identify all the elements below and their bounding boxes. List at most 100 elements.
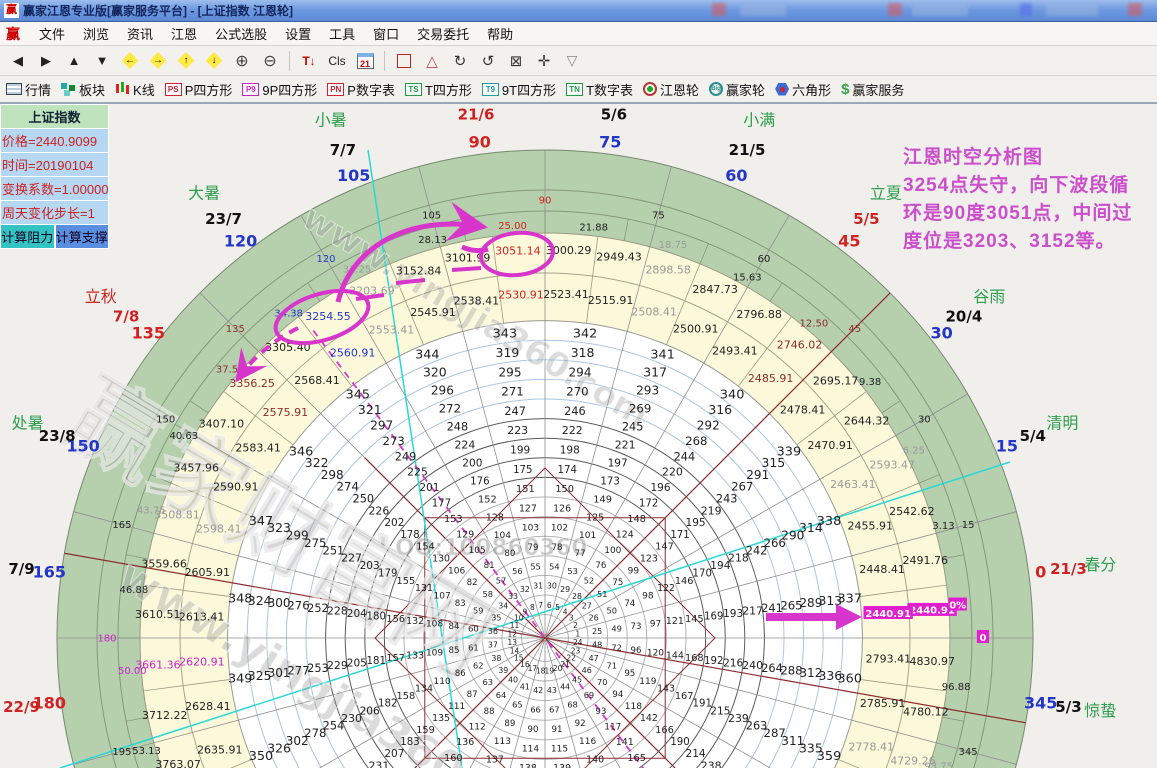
menu-item-0[interactable]: 文件	[30, 24, 74, 45]
svg-text:135: 135	[432, 713, 450, 724]
svg-text:148: 148	[627, 514, 646, 525]
view-button-9P四方形[interactable]: P99P四方形	[242, 80, 317, 99]
view-button-label: 江恩轮	[660, 80, 699, 99]
svg-text:69: 69	[584, 690, 595, 700]
view-button-六角形[interactable]: 六角形	[775, 80, 831, 99]
svg-text:147: 147	[655, 542, 674, 553]
svg-text:清明: 清明	[1046, 414, 1078, 433]
svg-text:12.50: 12.50	[800, 319, 829, 330]
svg-text:20/4: 20/4	[945, 308, 982, 326]
svg-text:45: 45	[572, 675, 582, 684]
rotate-ccw-icon[interactable]: ↺	[475, 49, 501, 73]
svg-text:292: 292	[697, 418, 720, 432]
svg-text:30: 30	[547, 582, 557, 591]
svg-text:165: 165	[33, 563, 66, 582]
svg-text:66: 66	[530, 704, 541, 714]
svg-text:107: 107	[433, 592, 450, 602]
svg-text:294: 294	[569, 365, 592, 379]
zoom-out-icon[interactable]: ⊖	[257, 49, 283, 73]
analysis-note: 江恩时空分析图3254点失守，向下波段循环是90度3051点，中间过度位是320…	[903, 144, 1132, 256]
svg-text:82: 82	[467, 578, 478, 588]
svg-text:102: 102	[551, 524, 568, 534]
calendar-icon[interactable]: 21	[352, 49, 378, 73]
svg-text:2778.41: 2778.41	[848, 741, 894, 754]
svg-text:216: 216	[723, 657, 743, 669]
menu-item-8[interactable]: 交易委托	[408, 24, 478, 45]
svg-text:245: 245	[622, 420, 644, 433]
svg-text:156: 156	[386, 614, 405, 625]
svg-text:65: 65	[512, 700, 523, 710]
svg-text:158: 158	[397, 691, 416, 702]
zoom-in-icon[interactable]: ⊕	[229, 49, 255, 73]
cls-button[interactable]: Cls	[324, 49, 350, 73]
center-cross-icon[interactable]: ✛	[531, 49, 557, 73]
select-box-icon[interactable]: ⊠	[503, 49, 529, 73]
svg-text:173: 173	[600, 476, 619, 487]
menu-item-9[interactable]: 帮助	[478, 24, 522, 45]
nav-left-icon[interactable]: ◀	[5, 49, 31, 73]
clear-tool-icon[interactable]: ▽	[559, 49, 585, 73]
svg-text:202: 202	[384, 517, 404, 529]
svg-text:178: 178	[400, 530, 419, 541]
view-button-T数字表[interactable]: TNT数字表	[566, 80, 633, 99]
t-down-icon[interactable]: T↓	[296, 49, 322, 73]
step-left-icon[interactable]: ←	[117, 49, 143, 73]
step-up-icon[interactable]: ↑	[173, 49, 199, 73]
svg-text:244: 244	[674, 450, 696, 463]
svg-text:141: 141	[616, 737, 634, 748]
svg-text:3559.66: 3559.66	[141, 557, 187, 570]
view-button-江恩轮[interactable]: 江恩轮	[643, 80, 699, 99]
svg-text:2796.88: 2796.88	[736, 308, 782, 321]
view-button-赢家服务[interactable]: $赢家服务	[841, 80, 904, 99]
toolbar-separator	[384, 51, 385, 71]
svg-text:126: 126	[553, 503, 571, 514]
menu-item-7[interactable]: 窗口	[364, 24, 408, 45]
svg-text:32: 32	[520, 585, 530, 594]
view-button-P数字表[interactable]: PNP数字表	[327, 80, 395, 99]
view-button-P四方形[interactable]: PSP四方形	[165, 80, 233, 99]
view-button-T四方形[interactable]: TST四方形	[405, 80, 472, 99]
menu-item-3[interactable]: 江恩	[162, 24, 206, 45]
svg-text:99: 99	[628, 566, 640, 576]
badge-icon: TS	[405, 83, 422, 96]
nav-right-icon[interactable]: ▶	[33, 49, 59, 73]
svg-text:344: 344	[415, 347, 439, 362]
svg-text:85: 85	[448, 646, 459, 656]
menu-item-4[interactable]: 公式选股	[206, 24, 276, 45]
svg-text:200: 200	[462, 457, 482, 469]
view-button-9T四方形[interactable]: T99T四方形	[482, 80, 556, 99]
svg-text:7/8: 7/8	[113, 308, 139, 326]
svg-text:165: 165	[627, 753, 646, 764]
menu-item-2[interactable]: 资讯	[118, 24, 162, 45]
view-button-K线[interactable]: K线	[115, 80, 155, 99]
square-tool-icon[interactable]	[391, 49, 417, 73]
svg-text:67: 67	[549, 704, 560, 714]
svg-text:76: 76	[595, 561, 606, 571]
svg-text:64: 64	[496, 690, 507, 700]
svg-text:40.63: 40.63	[169, 431, 198, 442]
svg-text:46.88: 46.88	[120, 585, 149, 596]
calc-resistance-button[interactable]: 计算阻力	[0, 225, 55, 249]
calc-support-button[interactable]: 计算支撑	[55, 225, 110, 249]
svg-text:30: 30	[918, 415, 931, 426]
view-button-板块[interactable]: 板块	[61, 80, 105, 99]
triangle-tool-icon[interactable]: △	[419, 49, 445, 73]
nav-up-icon[interactable]: ▲	[61, 49, 87, 73]
svg-text:119: 119	[639, 677, 656, 687]
toolbar-main: ◀▶▲▼←→↑↓⊕⊖ T↓Cls21 △↻↺⊠✛▽	[0, 46, 1157, 76]
badge-icon: P9	[242, 83, 259, 96]
menu-item-1[interactable]: 浏览	[74, 24, 118, 45]
step-right-icon[interactable]: →	[145, 49, 171, 73]
menu-item-6[interactable]: 工具	[320, 24, 364, 45]
svg-text:2448.41: 2448.41	[859, 563, 905, 576]
nav-down-icon[interactable]: ▼	[89, 49, 115, 73]
view-button-赢家轮[interactable]: Big赢家轮	[709, 80, 765, 99]
title-bar: 赢 赢家江恩专业版[赢家服务平台] - [上证指数 江恩轮]	[0, 0, 1157, 22]
menu-item-5[interactable]: 设置	[276, 24, 320, 45]
svg-text:165: 165	[112, 520, 131, 531]
view-button-行情[interactable]: 行情	[6, 80, 51, 99]
rotate-cw-icon[interactable]: ↻	[447, 49, 473, 73]
svg-text:62: 62	[473, 661, 484, 671]
svg-text:7: 7	[538, 601, 543, 610]
step-down-icon[interactable]: ↓	[201, 49, 227, 73]
